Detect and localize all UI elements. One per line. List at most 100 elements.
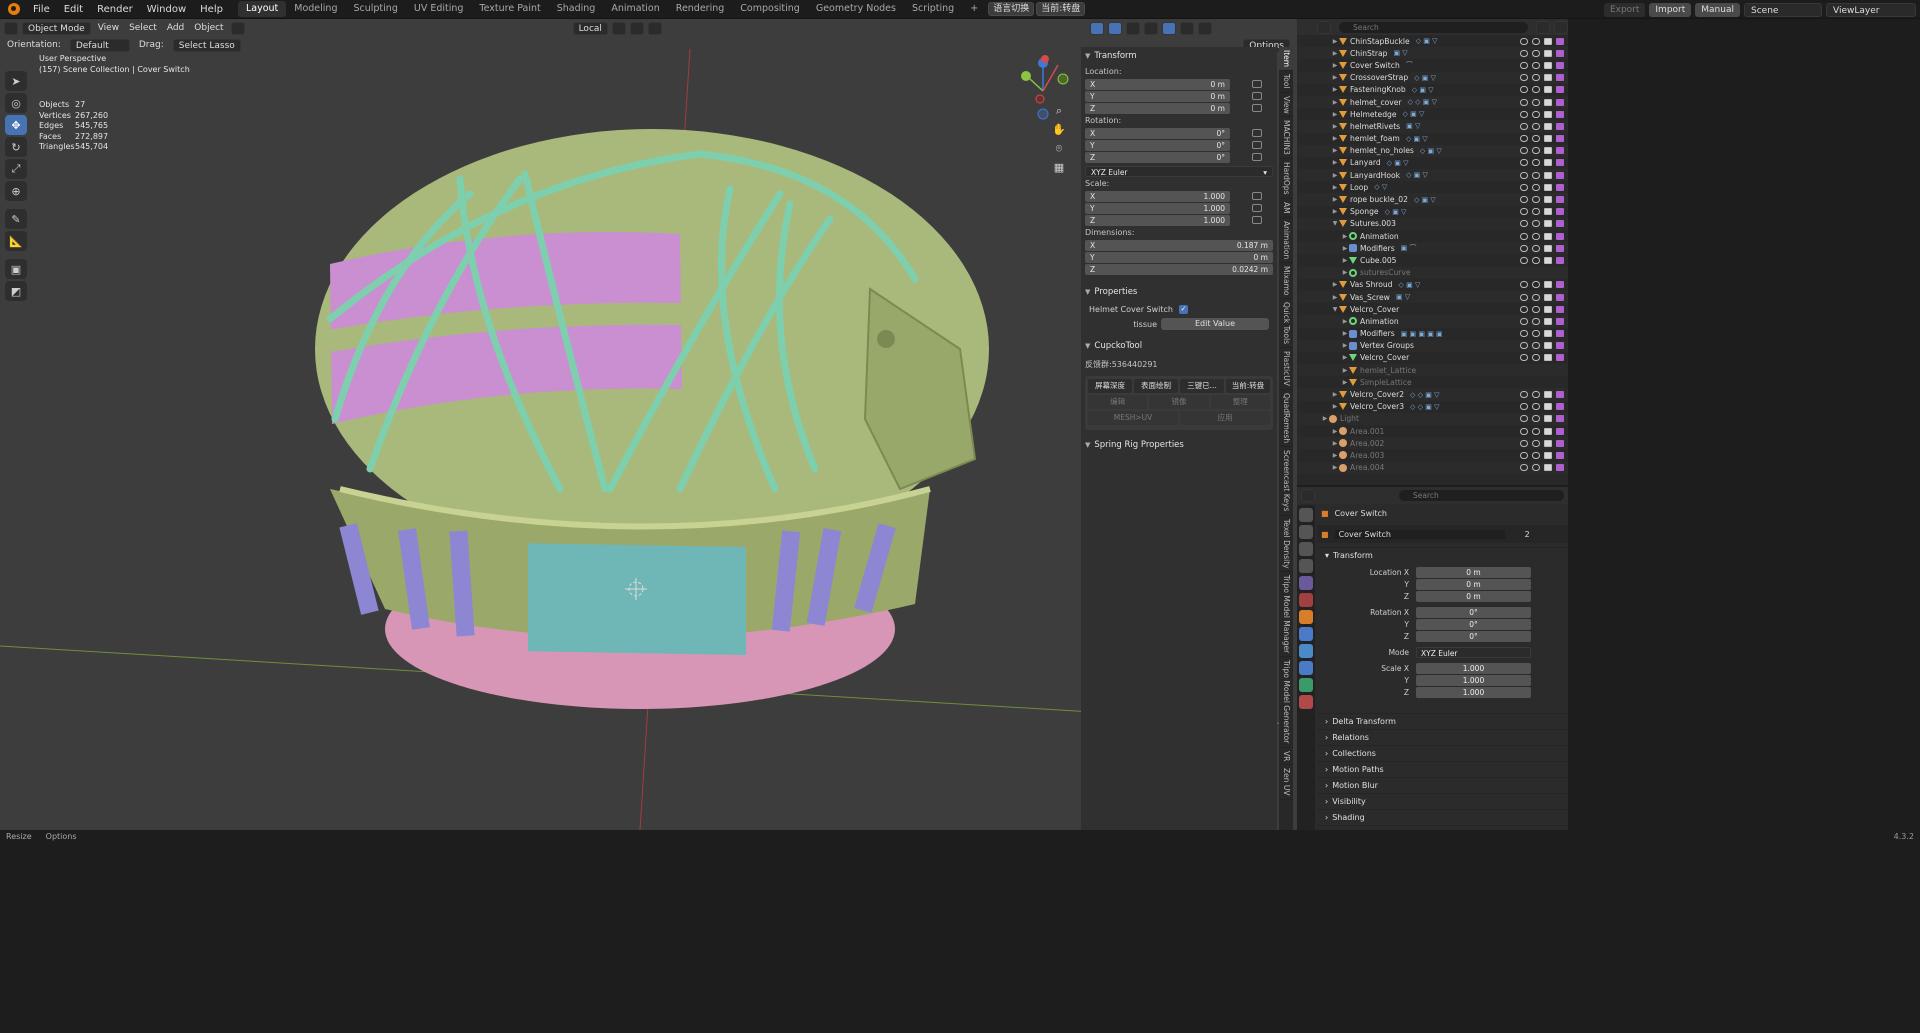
chevron-right-icon[interactable]: ▶ xyxy=(1331,99,1339,106)
viewport-icon[interactable] xyxy=(1544,354,1552,362)
viewport-icon[interactable] xyxy=(1544,305,1552,313)
outliner-row[interactable]: ▶ helmet_cover ◇ ◇ ▣ ▽ xyxy=(1297,95,1568,109)
outliner-row[interactable]: ▶ Modifiers ▣ ▣ ▣ ▣ ▣ xyxy=(1297,328,1568,340)
eye-icon[interactable] xyxy=(1532,159,1540,167)
eye-icon[interactable] xyxy=(1532,427,1540,435)
select-icon[interactable] xyxy=(1520,317,1528,325)
render-icon[interactable] xyxy=(1556,342,1564,350)
transform-panel-header[interactable]: ▾ Transform xyxy=(1317,547,1568,563)
modifier-icons[interactable]: ▣ ▽ xyxy=(1393,49,1407,57)
select-icon[interactable] xyxy=(1520,37,1528,45)
turntable-chip[interactable]: 当前:转盘 xyxy=(1036,2,1086,16)
chevron-right-icon[interactable]: ▶ xyxy=(1331,184,1339,191)
render-icon[interactable] xyxy=(1556,451,1564,459)
rotation-x-field[interactable]: X 0° xyxy=(1085,127,1230,139)
dimension-x-field[interactable]: X 0.187 m xyxy=(1085,239,1273,251)
render-icon[interactable] xyxy=(1556,244,1564,252)
tool-tab-icon[interactable] xyxy=(1299,508,1313,522)
chevron-right-icon[interactable]: ▶ xyxy=(1331,147,1339,154)
modifier-icons[interactable]: ◇ ▣ ▽ xyxy=(1406,135,1428,143)
outliner-row[interactable]: ▶ Velcro_Cover2 ◇ ◇ ▣ ▽ xyxy=(1297,388,1568,401)
render-icon[interactable] xyxy=(1556,37,1564,45)
select-icon[interactable] xyxy=(1520,354,1528,362)
viewport-icon[interactable] xyxy=(1544,330,1552,338)
tab-uv-editing[interactable]: UV Editing xyxy=(406,1,472,17)
panel-delta-transform[interactable]: › Delta Transform xyxy=(1317,713,1568,729)
viewport-icon[interactable] xyxy=(1544,317,1552,325)
location-y-field[interactable]: Y 0 m xyxy=(1085,90,1230,102)
render-icon[interactable] xyxy=(1556,256,1564,264)
tab-geometry-nodes[interactable]: Geometry Nodes xyxy=(808,1,904,17)
render-icon[interactable] xyxy=(1556,415,1564,423)
import-button[interactable]: Import xyxy=(1649,2,1692,17)
chevron-right-icon[interactable]: ▶ xyxy=(1331,62,1339,69)
camera-icon[interactable]: ⌾ xyxy=(1051,141,1067,157)
select-icon[interactable] xyxy=(1520,220,1528,228)
render-icon[interactable] xyxy=(1556,220,1564,228)
move-tool-icon[interactable]: ✥ xyxy=(5,115,27,135)
tab-rendering[interactable]: Rendering xyxy=(668,1,733,17)
render-icon[interactable] xyxy=(1556,122,1564,130)
screen-depth-button[interactable]: 屏幕深度 xyxy=(1088,379,1132,393)
eye-icon[interactable] xyxy=(1532,49,1540,57)
menu-render[interactable]: Render xyxy=(90,4,140,15)
display-mode-icon[interactable] xyxy=(1317,20,1331,34)
sidebar-tab[interactable]: Tripo Model Generator xyxy=(1279,657,1293,748)
mode-selector[interactable]: Object Mode xyxy=(22,21,91,35)
viewport-icon[interactable] xyxy=(1544,403,1552,411)
menu-edit[interactable]: Edit xyxy=(57,4,90,15)
viewport-icon[interactable] xyxy=(1544,183,1552,191)
render-tab-icon[interactable] xyxy=(1299,525,1313,539)
prop-rotation-x-field[interactable]: 0° xyxy=(1416,607,1531,618)
select-icon[interactable] xyxy=(1520,232,1528,240)
material-tab-icon[interactable] xyxy=(1299,695,1313,709)
location-z-field[interactable]: Z 0 m xyxy=(1085,102,1230,114)
chevron-right-icon[interactable]: ▶ xyxy=(1331,196,1339,203)
panel-motion-paths[interactable]: › Motion Paths xyxy=(1317,761,1568,777)
modifier-icons[interactable]: ◇ ◇ ▣ ▽ xyxy=(1408,98,1437,106)
apply-button[interactable]: 应用 xyxy=(1180,411,1270,425)
modifier-icons[interactable]: ◇ ◇ ▣ ▽ xyxy=(1410,391,1439,399)
tab-layout[interactable]: Layout xyxy=(237,1,287,17)
eye-icon[interactable] xyxy=(1532,110,1540,118)
chevron-down-icon[interactable]: ▼ xyxy=(1331,306,1339,313)
chevron-right-icon[interactable]: ▶ xyxy=(1331,74,1339,81)
eye-icon[interactable] xyxy=(1532,439,1540,447)
object-datablock-row[interactable]: ■ Cover Switch 2 xyxy=(1317,525,1568,543)
eye-icon[interactable] xyxy=(1532,61,1540,69)
viewport-icon[interactable] xyxy=(1544,415,1552,423)
render-icon[interactable] xyxy=(1556,232,1564,240)
outliner-row[interactable]: ▶ helmetRivets ▣ ▽ xyxy=(1297,120,1568,133)
outliner-row[interactable]: ▶ rope buckle_02 ◇ ▣ ▽ xyxy=(1297,193,1568,206)
sidebar-tab[interactable]: Zen UV xyxy=(1279,765,1293,800)
tab-animation[interactable]: Animation xyxy=(603,1,667,17)
object-tab-icon[interactable] xyxy=(1299,610,1313,624)
language-switch-chip[interactable]: 语言切换 xyxy=(988,2,1035,16)
chevron-right-icon[interactable]: ▶ xyxy=(1331,135,1339,142)
select-icon[interactable] xyxy=(1520,464,1528,472)
lock-icon[interactable] xyxy=(1252,141,1262,149)
world-tab-icon[interactable] xyxy=(1299,593,1313,607)
eye-icon[interactable] xyxy=(1532,135,1540,143)
lock-icon[interactable] xyxy=(1252,129,1262,137)
outliner-row[interactable]: ▶ CrossoverStrap ◇ ▣ ▽ xyxy=(1297,71,1568,84)
rendered-shading-icon[interactable] xyxy=(1197,21,1212,35)
panel-visibility[interactable]: › Visibility xyxy=(1317,793,1568,809)
viewport-icon[interactable] xyxy=(1544,110,1552,118)
outliner-row[interactable]: ▶ Sponge ◇ ▣ ▽ xyxy=(1297,206,1568,218)
select-icon[interactable] xyxy=(1520,196,1528,204)
modifier-icons[interactable]: ▣ ⌒ xyxy=(1401,243,1417,253)
chevron-right-icon[interactable]: ▶ xyxy=(1341,245,1349,252)
sidebar-tab[interactable]: HardOps xyxy=(1279,159,1293,199)
select-icon[interactable] xyxy=(1520,305,1528,313)
lock-icon[interactable] xyxy=(1252,104,1262,112)
chevron-right-icon[interactable]: ▶ xyxy=(1331,50,1339,57)
modifier-icons[interactable]: ◇ ▣ ▽ xyxy=(1403,110,1425,118)
eye-icon[interactable] xyxy=(1532,171,1540,179)
modifier-icons[interactable]: ◇ ▣ ▽ xyxy=(1406,171,1428,179)
modifier-icons[interactable]: ◇ ▣ ▽ xyxy=(1420,147,1442,155)
output-tab-icon[interactable] xyxy=(1299,542,1313,556)
pivot-icon[interactable] xyxy=(611,21,626,35)
viewport-icon[interactable] xyxy=(1544,232,1552,240)
chevron-right-icon[interactable]: ▶ xyxy=(1331,440,1339,447)
